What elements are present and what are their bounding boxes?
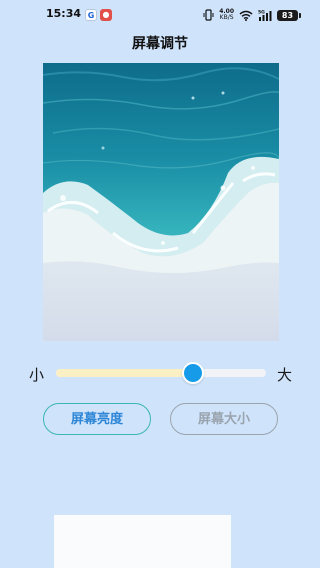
app-notification-icon: G [85,9,97,21]
sea-wave-image [43,63,279,341]
screen-size-button[interactable]: 屏幕大小 [170,403,278,435]
status-time: 15:34 [46,7,82,20]
app-notification-icon: ● [100,9,112,21]
battery-icon: 83 [277,9,301,21]
size-slider[interactable] [56,362,266,384]
slider-thumb[interactable] [181,362,204,384]
signal-icon: 5G [258,9,272,21]
vibrate-icon [203,9,214,21]
status-indicators: 4.00 KB/S 5G 83 [203,8,301,22]
page-title: 屏幕调节 [132,36,188,52]
preview-image [43,63,279,341]
net-speed: 4.00 KB/S [219,9,234,21]
status-bar: 15:34 G ● 4.00 KB/S 5G 83 [0,0,320,30]
bottom-panel [54,515,231,568]
size-slider-row: 小 大 [0,360,320,386]
slider-fill [56,369,193,377]
slider-min-label: 小 [29,366,45,384]
slider-max-label: 大 [277,366,293,384]
net-speed-unit: KB/S [219,14,234,21]
signal-label: 5G [258,10,265,16]
screen-brightness-button[interactable]: 屏幕亮度 [43,403,151,435]
wifi-icon [239,10,253,21]
